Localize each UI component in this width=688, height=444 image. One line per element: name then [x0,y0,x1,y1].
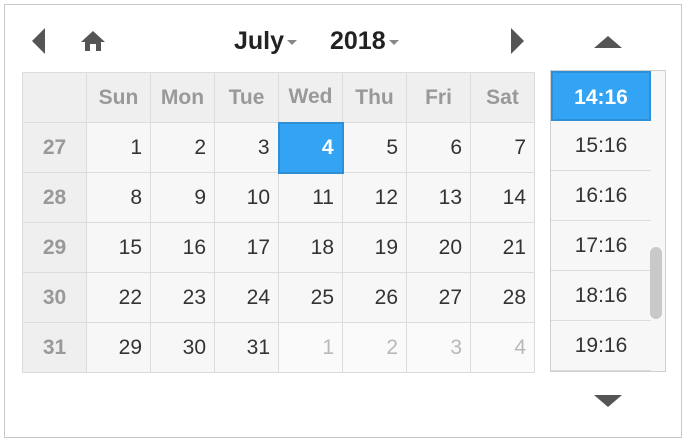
calendar-grid: Sun Mon Tue Wed Thu Fri Sat 27 1 2 3 4 5… [22,72,535,373]
weekday-header-row: Sun Mon Tue Wed Thu Fri Sat [22,72,535,123]
calendar-day[interactable]: 28 [470,272,535,323]
week-number: 31 [22,322,87,373]
calendar-day[interactable]: 23 [150,272,215,323]
time-item[interactable]: 16:16 [551,171,651,221]
calendar-day[interactable]: 19 [342,222,407,273]
calendar-day[interactable]: 16 [150,222,215,273]
time-list[interactable]: 14:16 15:16 16:16 17:16 18:16 19:16 [550,70,666,372]
time-item[interactable]: 15:16 [551,121,651,171]
calendar-day[interactable]: 5 [342,122,407,173]
weekday-header: Sat [470,72,535,123]
calendar-day[interactable]: 17 [214,222,279,273]
week-number: 29 [22,222,87,273]
calendar-day-selected[interactable]: 4 [277,121,344,174]
calendar-day[interactable]: 27 [406,272,471,323]
time-list-scrollbar[interactable] [650,247,662,319]
calendar-day[interactable]: 26 [342,272,407,323]
week-row: 29 15 16 17 18 19 20 21 [22,222,535,273]
time-item-selected[interactable]: 14:16 [551,71,651,121]
weekday-header: Thu [342,72,407,123]
time-scroll-down-icon[interactable] [594,395,622,407]
weekday-header: Fri [406,72,471,123]
next-month-icon[interactable] [511,28,524,54]
calendar-day-other-month[interactable]: 3 [406,322,471,373]
calendar-day[interactable]: 24 [214,272,279,323]
week-number: 30 [22,272,87,323]
calendar-day-other-month[interactable]: 2 [342,322,407,373]
week-row: 27 1 2 3 4 5 6 7 [22,121,535,174]
calendar-day-other-month[interactable]: 4 [470,322,535,373]
calendar-day[interactable]: 12 [342,172,407,223]
calendar-day[interactable]: 15 [86,222,151,273]
calendar-day[interactable]: 30 [150,322,215,373]
week-row: 28 8 9 10 11 12 13 14 [22,172,535,223]
weekday-header: Tue [214,72,279,123]
calendar-day[interactable]: 9 [150,172,215,223]
calendar-day[interactable]: 21 [470,222,535,273]
calendar-day[interactable]: 13 [406,172,471,223]
month-select[interactable]: July [234,27,298,56]
weekday-header: Mon [150,72,215,123]
time-item[interactable]: 19:16 [551,321,651,371]
weekday-header: Wed [278,72,343,123]
chevron-down-icon [388,39,399,45]
calendar-day[interactable]: 6 [406,122,471,173]
calendar-day[interactable]: 2 [150,122,215,173]
year-select[interactable]: 2018 [330,27,399,56]
week-number: 27 [22,122,87,173]
calendar-day[interactable]: 20 [406,222,471,273]
calendar-day-other-month[interactable]: 1 [278,322,343,373]
year-label: 2018 [330,27,386,55]
week-number-header [22,72,87,123]
calendar-day[interactable]: 3 [214,122,279,173]
calendar-day[interactable]: 7 [470,122,535,173]
prev-month-icon[interactable] [32,28,45,54]
time-scroll-up-icon[interactable] [594,36,622,48]
month-label: July [234,27,285,55]
calendar-day[interactable]: 22 [86,272,151,323]
calendar-day[interactable]: 11 [278,172,343,223]
time-item[interactable]: 17:16 [551,221,651,271]
calendar-day[interactable]: 18 [278,222,343,273]
chevron-down-icon [287,39,298,45]
calendar-day[interactable]: 29 [86,322,151,373]
week-number: 28 [22,172,87,223]
calendar-day[interactable]: 14 [470,172,535,223]
calendar-day[interactable]: 8 [86,172,151,223]
calendar-day[interactable]: 1 [86,122,151,173]
calendar-day[interactable]: 25 [278,272,343,323]
calendar-day[interactable]: 10 [214,172,279,223]
time-item[interactable]: 18:16 [551,271,651,321]
week-row: 31 29 30 31 1 2 3 4 [22,322,535,373]
home-icon[interactable] [79,29,107,53]
week-row: 30 22 23 24 25 26 27 28 [22,272,535,323]
calendar-day[interactable]: 31 [214,322,279,373]
weekday-header: Sun [86,72,151,123]
